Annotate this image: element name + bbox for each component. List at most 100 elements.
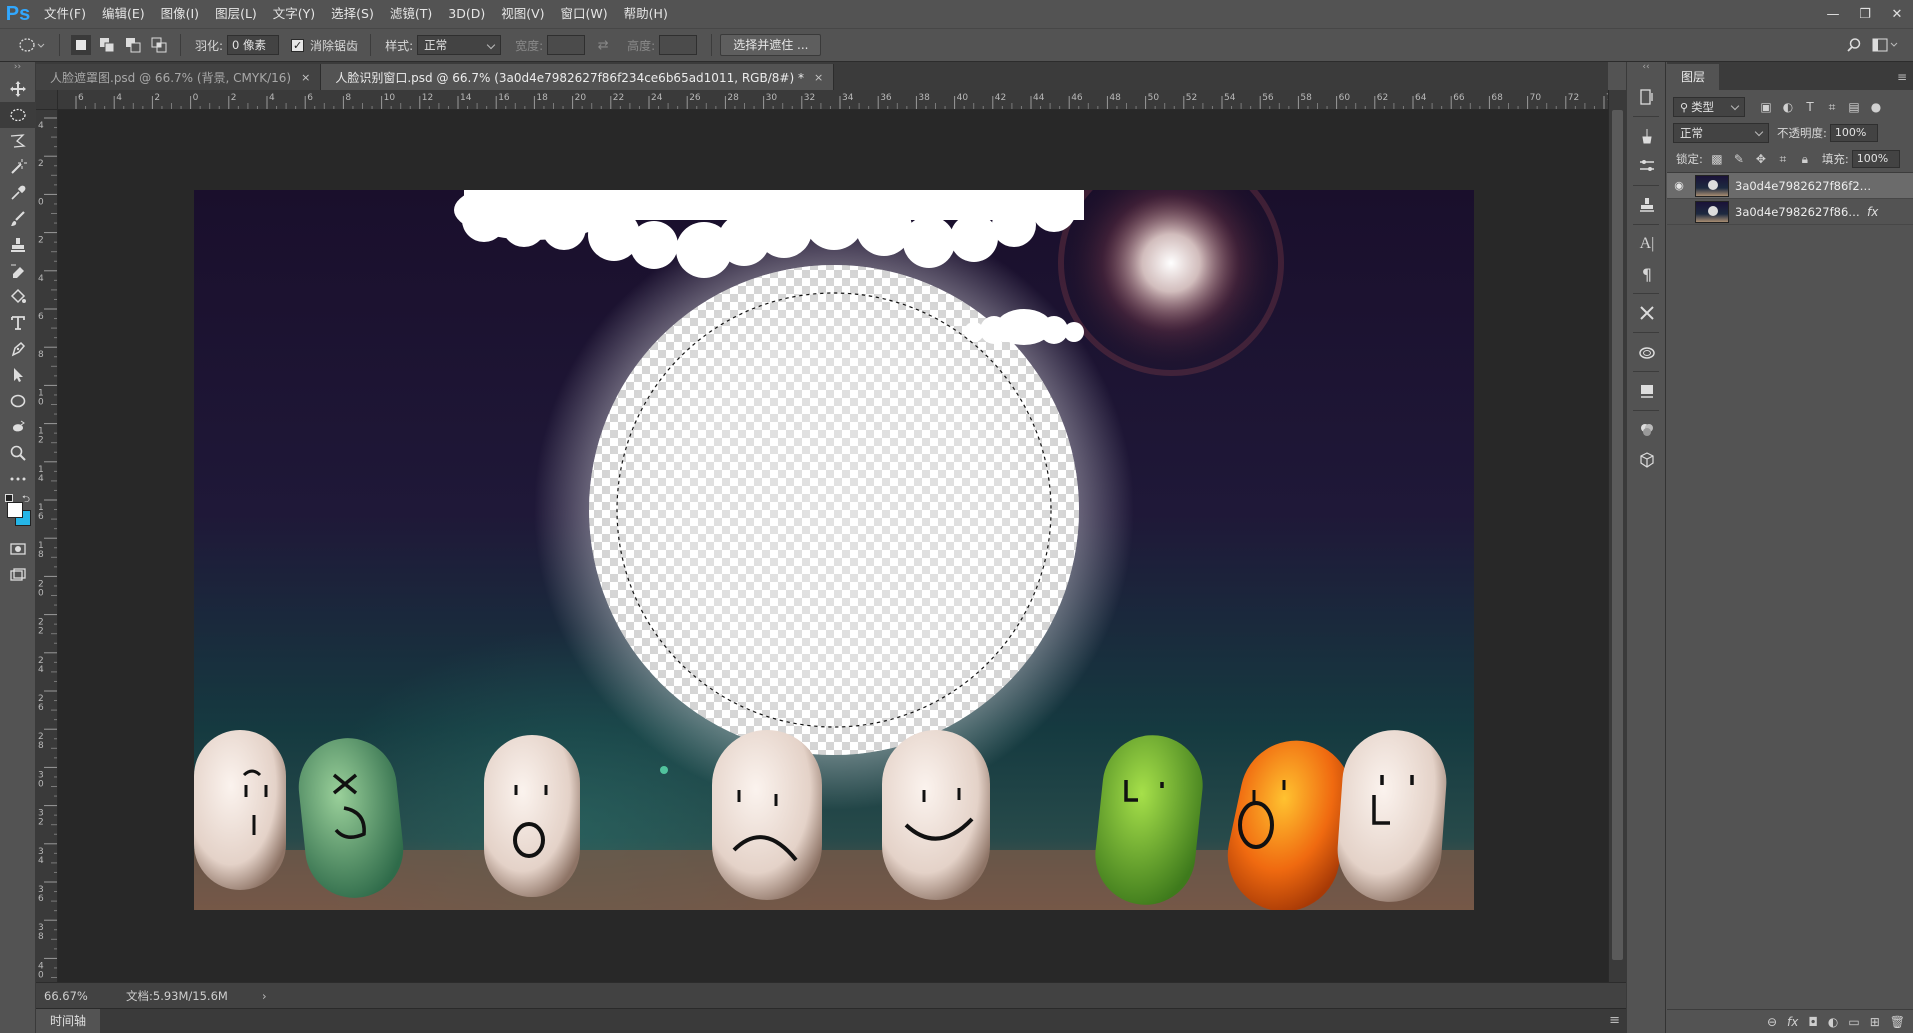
style-select[interactable]: 正常 [417, 35, 502, 55]
history-panel-icon[interactable] [1627, 82, 1667, 112]
smart-object-filter-icon[interactable]: ▤ [1845, 98, 1863, 116]
swap-colors-icon[interactable]: ⮌ [22, 492, 30, 509]
minimize-button[interactable]: — [1817, 0, 1849, 28]
tab-face-recognition-doc[interactable]: 人脸识别窗口.psd @ 66.7% (3a0d4e7982627f86f234… [321, 64, 835, 90]
eyedropper-tool[interactable] [0, 180, 36, 206]
clone-source-icon[interactable] [1627, 190, 1667, 220]
character-panel-icon[interactable]: A| [1627, 229, 1667, 259]
panel-menu-icon[interactable]: ≡ [1897, 70, 1907, 84]
menu-window[interactable]: 窗口(W) [553, 0, 616, 28]
lock-transparency-icon[interactable]: ▩ [1708, 150, 1726, 168]
new-selection-button[interactable] [71, 35, 91, 55]
vertical-scrollbar[interactable] [1608, 90, 1626, 982]
tab-layers[interactable]: 图层 [1667, 64, 1720, 90]
layer-row[interactable]: ◉ 3a0d4e7982627f86f234ce6... [1667, 173, 1913, 199]
magic-wand-tool[interactable] [0, 154, 36, 180]
vertical-ruler[interactable]: 420246810121416182022242628303234363840 [36, 110, 58, 982]
lock-all-icon[interactable]: 🔒︎ [1796, 150, 1814, 168]
elliptical-marquee-tool[interactable] [0, 102, 36, 128]
width-input[interactable] [547, 35, 586, 55]
restore-button[interactable]: ❐ [1849, 0, 1881, 28]
panel-expand-icon[interactable]: ‹‹ [1627, 62, 1665, 82]
ruler-origin[interactable] [36, 90, 58, 110]
feather-input[interactable]: 0 像素 [227, 35, 280, 55]
menu-file[interactable]: 文件(F) [36, 0, 94, 28]
opacity-input[interactable]: 100% [1829, 124, 1878, 142]
brush-settings-icon[interactable] [1627, 121, 1667, 151]
image-filter-icon[interactable]: ▣ [1757, 98, 1775, 116]
foreground-color-swatch[interactable] [7, 502, 23, 518]
menu-image[interactable]: 图像(I) [153, 0, 207, 28]
photoshop-logo[interactable]: Ps [0, 0, 36, 28]
height-input[interactable] [659, 35, 698, 55]
filter-toggle-icon[interactable]: ● [1867, 98, 1885, 116]
lock-artboard-icon[interactable]: ⌗ [1774, 150, 1792, 168]
intersect-selection-button[interactable] [149, 35, 169, 55]
lasso-tool[interactable] [0, 128, 36, 154]
link-layers-icon[interactable]: ⊖ [1767, 1015, 1777, 1029]
ellipse-shape-tool[interactable] [0, 388, 36, 414]
quick-mask-button[interactable] [0, 536, 36, 562]
new-layer-icon[interactable]: ⊞ [1870, 1015, 1880, 1029]
panel-collapse-icon[interactable]: ›› [0, 62, 35, 76]
healing-brush-tool[interactable] [0, 206, 36, 232]
visibility-eye-icon[interactable]: ◉ [1667, 179, 1691, 192]
zoom-tool[interactable] [0, 440, 36, 466]
fill-input[interactable]: 100% [1851, 150, 1900, 168]
menu-help[interactable]: 帮助(H) [616, 0, 676, 28]
color-panel-icon[interactable] [1627, 415, 1667, 445]
tab-face-mask-doc[interactable]: 人脸遮罩图.psd @ 66.7% (背景, CMYK/16) × [36, 64, 322, 90]
search-button[interactable] [1844, 35, 1864, 55]
hand-tool[interactable] [0, 414, 36, 440]
scrollbar-thumb[interactable] [1612, 110, 1623, 960]
subtract-selection-button[interactable] [123, 35, 143, 55]
menu-type[interactable]: 文字(Y) [265, 0, 323, 28]
layer-effects-icon[interactable]: fx [1867, 205, 1878, 219]
close-button[interactable]: ✕ [1881, 0, 1913, 28]
adjustment-filter-icon[interactable]: ◐ [1779, 98, 1797, 116]
lock-position-icon[interactable]: ✥ [1752, 150, 1770, 168]
add-style-icon[interactable]: fx [1787, 1015, 1798, 1029]
antialias-checkbox[interactable]: ✓ [291, 38, 305, 52]
paint-bucket-tool[interactable] [0, 284, 36, 310]
eraser-tool[interactable] [0, 258, 36, 284]
blend-mode-select[interactable]: 正常 [1673, 123, 1769, 143]
workspace-button[interactable] [1870, 35, 1900, 55]
type-tool[interactable] [0, 310, 36, 336]
add-selection-button[interactable] [97, 35, 117, 55]
menu-select[interactable]: 选择(S) [323, 0, 382, 28]
canvas-pasteboard[interactable] [58, 110, 1608, 982]
layer-row[interactable]: 3a0d4e7982627f86f234... fx [1667, 199, 1913, 225]
document-canvas[interactable] [194, 190, 1474, 910]
libraries-icon[interactable] [1627, 337, 1667, 367]
move-tool[interactable] [0, 76, 36, 102]
horizontal-ruler[interactable]: 6 4 2 0 2 4 6 8 10 12 14 16 18 20 22 24 26 28 30 32 34 36 38 40… [58, 90, 1608, 110]
new-adjustment-icon[interactable]: ◐ [1828, 1015, 1838, 1029]
pen-tool[interactable] [0, 336, 36, 362]
menu-3d[interactable]: 3D(D) [440, 0, 493, 28]
tab-close-icon[interactable]: × [814, 71, 823, 84]
menu-filter[interactable]: 滤镜(T) [382, 0, 440, 28]
menu-view[interactable]: 视图(V) [493, 0, 552, 28]
swap-dimensions-button[interactable]: ⇄ [593, 35, 613, 55]
layer-filter-select[interactable]: ⚲ 类型 [1673, 97, 1745, 117]
layer-name[interactable]: 3a0d4e7982627f86f234... [1735, 205, 1863, 219]
select-and-mask-button[interactable]: 选择并遮住 ... [720, 34, 822, 56]
adjustments-icon[interactable] [1627, 151, 1667, 181]
tool-presets-icon[interactable] [1627, 298, 1667, 328]
properties-icon[interactable] [1627, 376, 1667, 406]
tab-timeline[interactable]: 时间轴 [36, 1009, 101, 1033]
menu-edit[interactable]: 编辑(E) [94, 0, 153, 28]
type-filter-icon[interactable]: T [1801, 98, 1819, 116]
tab-close-icon[interactable]: × [301, 71, 310, 84]
menu-layer[interactable]: 图层(L) [207, 0, 265, 28]
3d-panel-icon[interactable] [1627, 445, 1667, 475]
panel-menu-icon[interactable]: ≡ [1609, 1013, 1620, 1028]
status-menu-arrow[interactable]: › [262, 989, 267, 1003]
paragraph-panel-icon[interactable]: ¶ [1627, 259, 1667, 289]
new-group-icon[interactable]: ▭ [1848, 1015, 1859, 1029]
lock-pixels-icon[interactable]: ✎ [1730, 150, 1748, 168]
path-selection-tool[interactable] [0, 362, 36, 388]
layer-name[interactable]: 3a0d4e7982627f86f234ce6... [1735, 179, 1875, 193]
delete-layer-icon[interactable]: 🗑︎ [1890, 1015, 1905, 1029]
